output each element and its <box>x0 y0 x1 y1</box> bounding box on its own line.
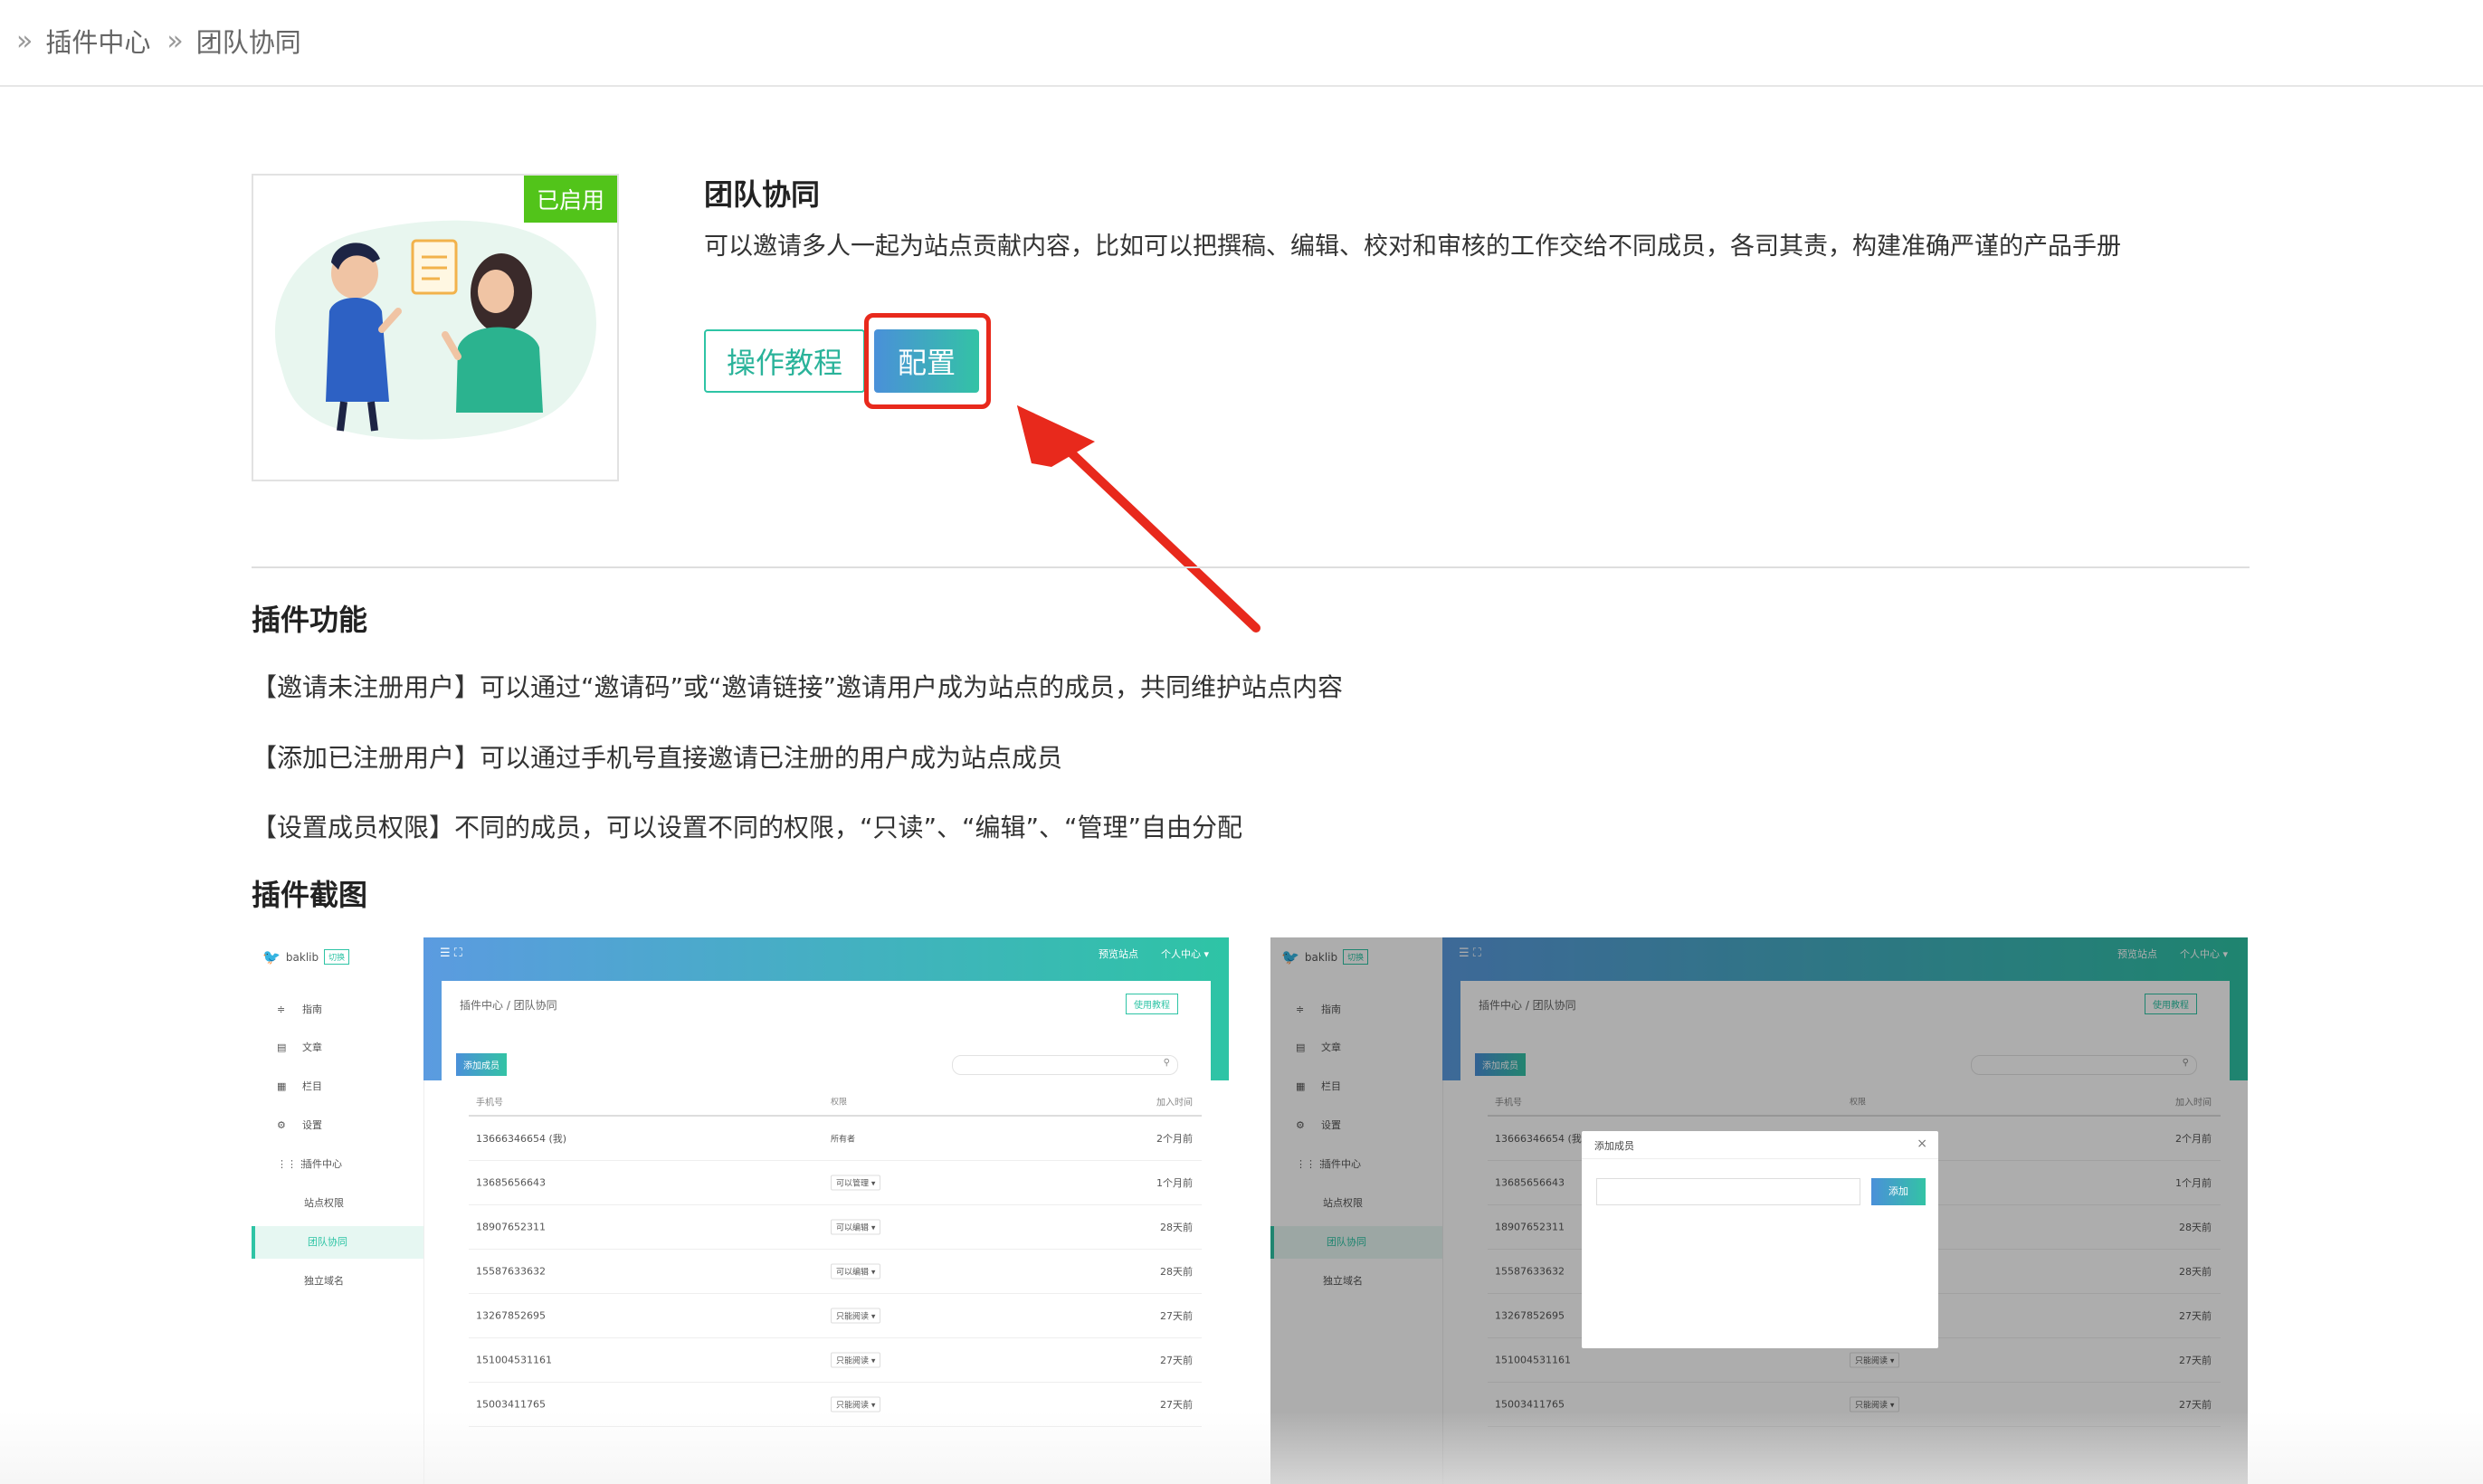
grid-icon: ⋮⋮⋮ <box>277 1158 307 1170</box>
mock-sidebar: 🐦 baklib 切换 ≑ 指南 ▤ 文章 ▦ 栏目 ⚙ 设置 ⋮⋮⋮插件中心 站点权限… <box>252 937 424 1484</box>
guide-icon: ≑ <box>277 1004 286 1015</box>
mock-menu-item: ≑ 指南 <box>252 994 423 1026</box>
mock-submenu-item: 站点权限 <box>304 1197 344 1209</box>
table-header: 手机号 权限 加入时间 <box>469 1088 1202 1117</box>
mock-switch-tag: 切换 <box>324 949 350 965</box>
table-row: 18907652311可以编辑 ▾28天前 <box>469 1205 1202 1250</box>
plugin-screenshot-2: 🐦 baklib 切换 ≑ 指南 ▤ 文章 ▦ 栏目 ⚙ 设置 ⋮⋮⋮插件中心 站点权限… <box>1270 937 2248 1484</box>
close-icon: × <box>1917 1137 1927 1151</box>
mock-content-card: 插件中心 / 团队协同 使用教程 添加成员 ⚲ 手机号 权限 加入时间 1366… <box>442 981 1211 1484</box>
mock-menu-item: ⚙ 设置 <box>252 1109 423 1142</box>
mock-user-menu: 个人中心 ▾ <box>1160 948 1209 960</box>
feature-item: 【添加已注册用户】可以通过手机号直接邀请已注册的用户成为站点成员 <box>252 743 1063 773</box>
mock-submenu-item: 独立域名 <box>304 1275 344 1287</box>
modal-divider <box>1582 1158 1938 1159</box>
section-divider <box>252 566 2250 568</box>
column-icon: ▦ <box>277 1080 287 1092</box>
mock-member-table: 手机号 权限 加入时间 13666346654 (我)所有者2个月前 13685… <box>469 1088 1202 1427</box>
table-row: 15587633632可以编辑 ▾28天前 <box>469 1250 1202 1294</box>
table-row: 15003411765 只能阅读 ▾ 27天前 <box>469 1383 1202 1427</box>
search-icon: ⚲ <box>1163 1058 1170 1068</box>
feature-item: 【邀请未注册用户】可以通过“邀请码”或“邀请链接”邀请用户成为站点的成员，共同维… <box>252 672 1344 702</box>
mock-preview-link: 预览站点 <box>1099 948 1138 960</box>
mock-submenu-item-active: 团队协同 <box>252 1226 423 1259</box>
modal-title: 添加成员 <box>1594 1140 1634 1152</box>
mock-menu-item: ⋮⋮⋮插件中心 <box>252 1148 423 1181</box>
mock-menu-item: ▦ 栏目 <box>252 1070 423 1103</box>
mock-add-member-modal: 添加成员 × 添加 <box>1582 1131 1938 1348</box>
table-row: 13666346654 (我)所有者2个月前 <box>469 1117 1202 1161</box>
feature-item: 【设置成员权限】不同的成员，可以设置不同的权限，“只读”、“编辑”、“管理”自由… <box>252 813 1243 842</box>
modal-add-button: 添加 <box>1871 1178 1926 1205</box>
table-row: 13685656643可以管理 ▾1个月前 <box>469 1161 1202 1205</box>
article-icon: ▤ <box>277 1042 287 1053</box>
bird-logo-icon: 🐦 <box>262 948 281 966</box>
table-row: 13267852695只能阅读 ▾27天前 <box>469 1294 1202 1338</box>
mock-brand-name: baklib <box>285 950 319 964</box>
plugin-screenshot-1: 🐦 baklib 切换 ≑ 指南 ▤ 文章 ▦ 栏目 ⚙ 设置 ⋮⋮⋮插件中心 站点权限… <box>252 937 1229 1484</box>
mock-menu-item: ▤ 文章 <box>252 1032 423 1064</box>
modal-phone-input <box>1596 1178 1860 1205</box>
mock-menu-icons: ☰ ⛶ <box>440 947 462 960</box>
table-row: 151004531161 只能阅读 ▾ 27天前 <box>469 1338 1202 1383</box>
mock-tutorial-button: 使用教程 <box>1126 994 1178 1014</box>
mock-breadcrumb: 插件中心 / 团队协同 <box>460 999 557 1012</box>
mock-add-member-button: 添加成员 <box>456 1053 507 1076</box>
mock-brand: 🐦 baklib 切换 <box>262 948 350 966</box>
features-heading: 插件功能 <box>252 603 368 637</box>
screenshots-heading: 插件截图 <box>252 878 368 912</box>
gear-icon: ⚙ <box>277 1119 286 1131</box>
mock-search-input: ⚲ <box>952 1055 1178 1075</box>
